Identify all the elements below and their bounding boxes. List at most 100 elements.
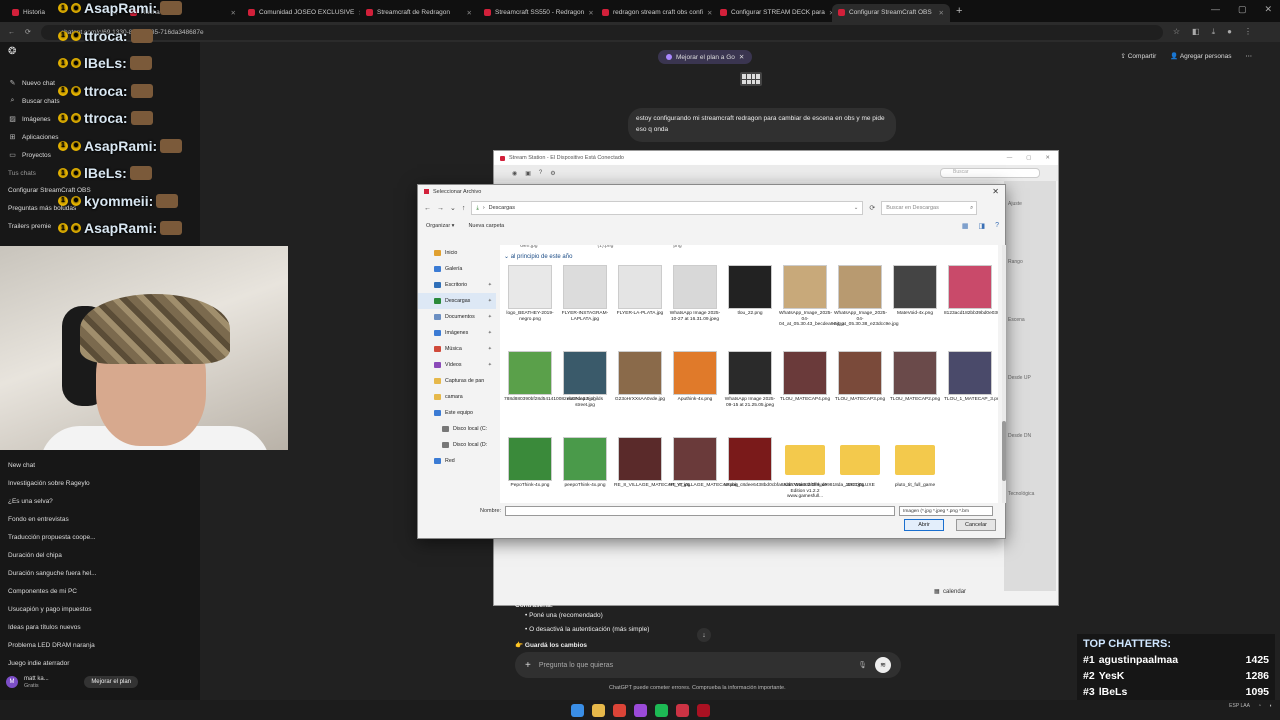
file-item[interactable]: RE_8_VILLAGE_MATECAP.png <box>669 437 738 489</box>
file-item[interactable]: FLYER-INSTAGRAM-LAPLATA.jpg <box>559 265 611 322</box>
file-item[interactable]: matecap 9 childs street.jpg <box>559 351 611 408</box>
chat-list-item[interactable]: Problema LED DRAM naranja <box>8 636 198 654</box>
scrollbar[interactable] <box>1002 245 1006 503</box>
file-item[interactable]: pluto_tit_full_game <box>889 437 941 489</box>
upgrade-plan-button[interactable]: Mejorar el plan <box>84 676 138 688</box>
star-icon[interactable]: ☆ <box>1173 27 1180 37</box>
obs-icon[interactable] <box>633 703 647 717</box>
browser-tab[interactable]: Streamcraft SS550 - Redragon ✕ <box>478 4 596 22</box>
openai-logo-icon[interactable]: ❂ <box>8 46 16 57</box>
share-button[interactable]: ⇪ Compartir <box>1120 52 1156 60</box>
chat-list-item[interactable]: Duración del chipa <box>8 546 198 564</box>
layers-icon[interactable]: ▣ <box>525 170 531 177</box>
file-type-select[interactable]: Imagen (*.jpg *.jpeg *.png *.bm <box>899 506 994 516</box>
close-icon[interactable]: ✕ <box>992 187 999 196</box>
cancel-button[interactable]: Cancelar <box>956 519 996 531</box>
profile-icon[interactable]: ● <box>1227 27 1232 37</box>
spotify-icon[interactable] <box>654 703 668 717</box>
chat-list-item[interactable]: Duración sanguche fuera hel... <box>8 564 198 582</box>
filename-input[interactable] <box>505 506 896 516</box>
nav-item[interactable]: Galería <box>418 261 496 277</box>
file-item[interactable]: WhatsApp Image 2025-09-15 at 21.25.05.jp… <box>724 351 776 408</box>
file-item[interactable]: TLOU_MATECAP2.png <box>889 351 941 403</box>
settings-icon[interactable]: ⚙ <box>550 170 555 177</box>
file-item[interactable]: PepoThink-4x.png <box>504 437 556 489</box>
voice-mode-button[interactable]: ≋ <box>875 657 891 673</box>
group-header[interactable]: ⌄ al principio de este año <box>504 253 572 260</box>
open-button[interactable]: Abrir <box>904 519 944 531</box>
file-item[interactable]: tumblr_c8dee6438bd0cbfa853f8704c03bbff9_… <box>724 437 864 489</box>
chat-list-item[interactable]: New chat <box>8 456 198 474</box>
nav-item[interactable]: Capturas de pan <box>418 373 496 389</box>
file-item[interactable]: Alan Wake 2 Deluxe Edition v1.2.2 www.ga… <box>779 437 831 500</box>
chat-list-item[interactable]: Juego indie aterrador <box>8 654 198 672</box>
nav-item[interactable]: Este equipo <box>418 405 496 421</box>
maximize-icon[interactable]: ▢ <box>1026 155 1031 161</box>
chat-list-item[interactable]: ¿Es una selva? <box>8 492 198 510</box>
scroll-down-button[interactable]: ↓ <box>697 628 711 642</box>
back-icon[interactable]: ← <box>8 29 15 36</box>
file-item[interactable]: MateVoid-4x.png <box>889 265 941 317</box>
scrollbar-thumb[interactable] <box>1002 421 1006 481</box>
stream-station-search[interactable]: Buscar <box>940 168 1040 178</box>
upgrade-go-pill[interactable]: Mejorar el plan a Go ✕ <box>658 50 753 64</box>
nav-item[interactable]: Disco local (C: <box>418 421 496 437</box>
download-icon[interactable]: ⤓ <box>1212 27 1216 37</box>
nav-item[interactable]: Vídeos ✦ <box>418 357 496 373</box>
minimize-icon[interactable]: — <box>1007 155 1013 161</box>
organize-button[interactable]: Organizar ▾ <box>426 223 454 229</box>
user-profile[interactable]: M matt ka... Gratis Mejorar el plan <box>6 672 196 692</box>
help-icon[interactable]: ? <box>539 170 542 176</box>
new-tab-icon[interactable]: + <box>956 5 962 17</box>
search-downloads-input[interactable]: Buscar en Descargas ⌕ <box>881 201 978 215</box>
nav-item[interactable]: Red <box>418 453 496 469</box>
up-icon[interactable]: ↑ <box>462 205 466 212</box>
wifi-icon[interactable]: ◔ <box>1258 703 1261 709</box>
file-item[interactable]: 8123acd182bb39bd0e030977de3b1368.jpg <box>944 265 998 317</box>
browser-tab[interactable]: Configurar StreamCraft OBS ✕ <box>832 3 950 22</box>
chrome-icon[interactable] <box>612 703 626 717</box>
nav-item[interactable]: Documentos ✦ <box>418 309 496 325</box>
file-item[interactable]: RE_8_VILLAGE_MATECAP_YT.jpg <box>614 437 690 489</box>
file-item[interactable]: FLYER-LA-PLATA.jpg <box>614 265 666 317</box>
file-item[interactable]: tlou_22.png <box>724 265 776 317</box>
file-item[interactable]: WhatsApp_Image_2025-04-04_at_05.30.38_e2… <box>834 265 899 328</box>
file-item[interactable]: TLOU_MATECAP3.png <box>834 351 886 403</box>
browser-tab[interactable]: Comunidad JOSEO EXCLUSIVE✕ <box>242 4 360 22</box>
reload-icon[interactable]: ⟳ <box>25 28 31 36</box>
file-item[interactable]: WhatsApp_Image_2025-04-04_at_05.30.43_be… <box>779 265 844 328</box>
home-icon[interactable]: ◉ <box>512 170 517 177</box>
nav-item[interactable]: Disco local (D: <box>418 437 496 453</box>
file-item[interactable]: 788d880390bf28d541410082eb07de12.jpg <box>504 351 596 403</box>
windows-start-icon[interactable] <box>570 703 584 717</box>
file-explorer-icon[interactable] <box>591 703 605 717</box>
file-item[interactable]: TLOU_1_MATECAP_3.png <box>944 351 998 403</box>
nav-item[interactable]: camara <box>418 389 496 405</box>
prompt-input[interactable]: + Pregunta lo que quieras 🎙 ≋ <box>515 652 901 678</box>
refresh-icon[interactable]: ⟳ <box>869 204 875 212</box>
back-icon[interactable]: ← <box>424 205 431 212</box>
file-item[interactable]: TLOU_MATECAP4.png <box>779 351 831 403</box>
chat-list-item[interactable]: Componentes de mi PC <box>8 582 198 600</box>
nav-item[interactable]: Música ✦ <box>418 341 496 357</box>
attach-icon[interactable]: + <box>525 660 531 671</box>
calendar-row[interactable]: ▦ calendar <box>934 588 966 595</box>
mic-icon[interactable]: 🎙 <box>858 661 867 669</box>
chat-list-item[interactable]: Fondo en entrevistas <box>8 510 198 528</box>
close-icon[interactable]: ✕ <box>739 53 744 61</box>
close-icon[interactable]: ✕ <box>1045 155 1050 161</box>
chat-list-item[interactable]: Usucapión y pago impuestos <box>8 600 198 618</box>
nav-item[interactable]: Imágenes ✦ <box>418 325 496 341</box>
nav-item[interactable]: Inicio <box>418 245 496 261</box>
streamcraft-icon[interactable] <box>696 703 710 717</box>
chevron-down-icon[interactable]: ⌄ <box>450 204 456 212</box>
help-icon[interactable]: ? <box>995 222 999 230</box>
browser-tab[interactable]: Streamcraft de Redragon ✕ <box>360 4 478 22</box>
app-icon[interactable] <box>675 703 689 717</box>
new-folder-button[interactable]: Nueva carpeta <box>468 223 504 229</box>
chat-list-item[interactable]: Ideas para títulos nuevos <box>8 618 198 636</box>
nav-item[interactable]: Escritorio ✦ <box>418 277 496 293</box>
file-item[interactable]: G23oHrXXsAA0vde.jpg <box>614 351 666 403</box>
extensions-icon[interactable]: ◧ <box>1192 27 1200 37</box>
preview-pane-icon[interactable]: ◨ <box>978 222 985 230</box>
